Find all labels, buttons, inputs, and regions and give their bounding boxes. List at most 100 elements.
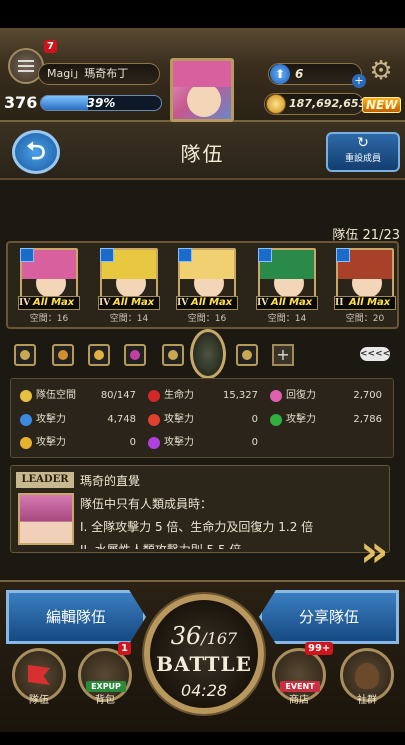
- bag-badge: 1: [118, 642, 131, 655]
- gear-badge-icon[interactable]: [52, 344, 74, 366]
- stat-value: 15,327: [223, 390, 258, 401]
- nav-bag-label: 背包: [95, 695, 115, 706]
- team-stat: 攻擊力 2,786: [270, 410, 384, 430]
- leader-skill-portrait: [18, 493, 74, 545]
- shield-icon[interactable]: [236, 344, 258, 366]
- member-rank: IV: [99, 298, 111, 308]
- stat-label: 攻擊力: [164, 437, 194, 448]
- team-member-slot[interactable]: All Max IV 空間：14: [256, 248, 318, 324]
- people-icon: [355, 663, 379, 689]
- member-rank: II: [335, 298, 344, 308]
- expand-button[interactable]: <<<<: [360, 347, 390, 361]
- battle-timer: 04:28: [180, 681, 228, 700]
- crown-icon[interactable]: [88, 344, 110, 366]
- stat-value: 0: [129, 437, 136, 448]
- arrow-up-icon: ⬆: [270, 64, 290, 84]
- plus-icon[interactable]: +: [352, 74, 366, 88]
- stat-icon: [270, 414, 282, 426]
- reset-members-label: 重設成員: [344, 154, 381, 164]
- player-name: Magi」瑪奇布丁: [38, 63, 160, 85]
- stat-label: 攻擊力: [286, 414, 316, 425]
- shop-badge: 99+: [305, 642, 334, 655]
- player-level: 376: [4, 93, 38, 112]
- add-tool-button[interactable]: +: [272, 344, 294, 366]
- member-rank: IV: [19, 298, 31, 308]
- gear-icon[interactable]: ⚙: [366, 56, 396, 86]
- member-rank: IV: [177, 298, 189, 308]
- stat-label: 回復力: [286, 390, 316, 401]
- team-member-slot[interactable]: All Max IV 空間：16: [176, 248, 238, 324]
- share-team-button[interactable]: 分享隊伍: [259, 590, 399, 644]
- battle-label: BATTLE: [156, 652, 252, 676]
- member-space: 空間：14: [109, 314, 149, 324]
- leader-avatar[interactable]: [170, 58, 234, 122]
- stat-label: 生命力: [164, 390, 194, 401]
- battle-stamina: 36/167: [144, 622, 264, 650]
- new-badge[interactable]: NEW: [362, 97, 402, 113]
- exp-bar: 39%: [40, 95, 162, 111]
- team-member-slot[interactable]: All Max II 空間：20: [334, 248, 396, 324]
- stat-label: 攻擊力: [36, 414, 66, 425]
- stat-icon: [148, 437, 160, 449]
- member-space: 空間：14: [267, 314, 307, 324]
- leader-line: 隊伍中只有人類成員時：: [80, 497, 213, 511]
- water-element-icon: [258, 248, 272, 262]
- team-stat: 生命力 15,327: [148, 386, 260, 406]
- leader-line: II. 水屬性人類攻擊力則 5.5 倍、: [80, 539, 380, 549]
- member-space: 空間：16: [29, 314, 69, 324]
- menu-badge: 7: [44, 40, 57, 53]
- battle-max: /167: [201, 629, 238, 648]
- stat-value: 2,786: [353, 414, 382, 425]
- team-member-slot[interactable]: All Max IV 空間：14: [98, 248, 160, 324]
- refresh-icon: ↻: [357, 135, 369, 151]
- stat-value: 0: [251, 437, 258, 448]
- team-stat: 回復力 2,700: [270, 386, 384, 406]
- stat-icon: [148, 414, 160, 426]
- stat-value: 2,700: [353, 390, 382, 401]
- stat-value: 80/147: [100, 390, 136, 401]
- stat-icon: [270, 390, 282, 402]
- nav-team-label: 隊伍: [29, 695, 49, 706]
- team-stat: 隊伍空間 80/147: [20, 386, 138, 406]
- member-space: 空間：20: [345, 314, 385, 324]
- reset-members-button[interactable]: ↻ 重設成員: [326, 132, 400, 172]
- edit-team-button[interactable]: 編輯隊伍: [6, 590, 146, 644]
- team-stat: 攻擊力 0: [148, 433, 260, 453]
- next-chevron-icon[interactable]: »: [360, 530, 388, 574]
- leader-tag: LEADER: [16, 472, 74, 488]
- coin-value: 187,692,653: [289, 97, 367, 110]
- nav-social-label: 社群: [357, 695, 377, 706]
- water-element-icon: [178, 248, 192, 262]
- shield-icon[interactable]: [14, 344, 36, 366]
- nav-shop-label: 商店: [289, 695, 309, 706]
- exp-percent: 39%: [86, 96, 116, 110]
- stat-value: 4,748: [107, 414, 136, 425]
- stat-label: 隊伍空間: [36, 390, 76, 401]
- leader-skill-title: 瑪奇的直覺: [80, 474, 141, 488]
- stat-value: 0: [251, 414, 258, 425]
- coin-icon: [266, 94, 286, 114]
- stat-label: 攻擊力: [164, 414, 194, 425]
- stat-icon: [20, 437, 32, 449]
- star-icon[interactable]: [124, 344, 146, 366]
- stat-icon: [148, 390, 160, 402]
- team-stat: 攻擊力 0: [20, 433, 138, 453]
- leader-skill-description: 隊伍中只有人類成員時： I. 全隊攻擊力 5 倍、生命力及回復力 1.2 倍 I…: [80, 493, 380, 549]
- team-stat: 攻擊力 0: [148, 410, 260, 430]
- water-element-icon: [336, 248, 350, 262]
- member-rank: IV: [257, 298, 269, 308]
- level-exp: 376 39%: [4, 92, 164, 114]
- water-element-icon: [100, 248, 114, 262]
- shield-icon[interactable]: [162, 344, 184, 366]
- team-gem-icon[interactable]: [190, 329, 226, 379]
- member-space: 空間：16: [187, 314, 227, 324]
- water-element-icon: [20, 248, 34, 262]
- team-stat: 攻擊力 4,748: [20, 410, 138, 430]
- stat-icon: [20, 414, 32, 426]
- leader-line: I. 全隊攻擊力 5 倍、生命力及回復力 1.2 倍: [80, 520, 314, 534]
- stat-label: 攻擊力: [36, 437, 66, 448]
- stat-icon: [20, 390, 32, 402]
- flag-icon: [28, 665, 50, 685]
- team-member-slot[interactable]: All Max IV 空間：16: [18, 248, 80, 324]
- battle-current: 36: [170, 622, 202, 650]
